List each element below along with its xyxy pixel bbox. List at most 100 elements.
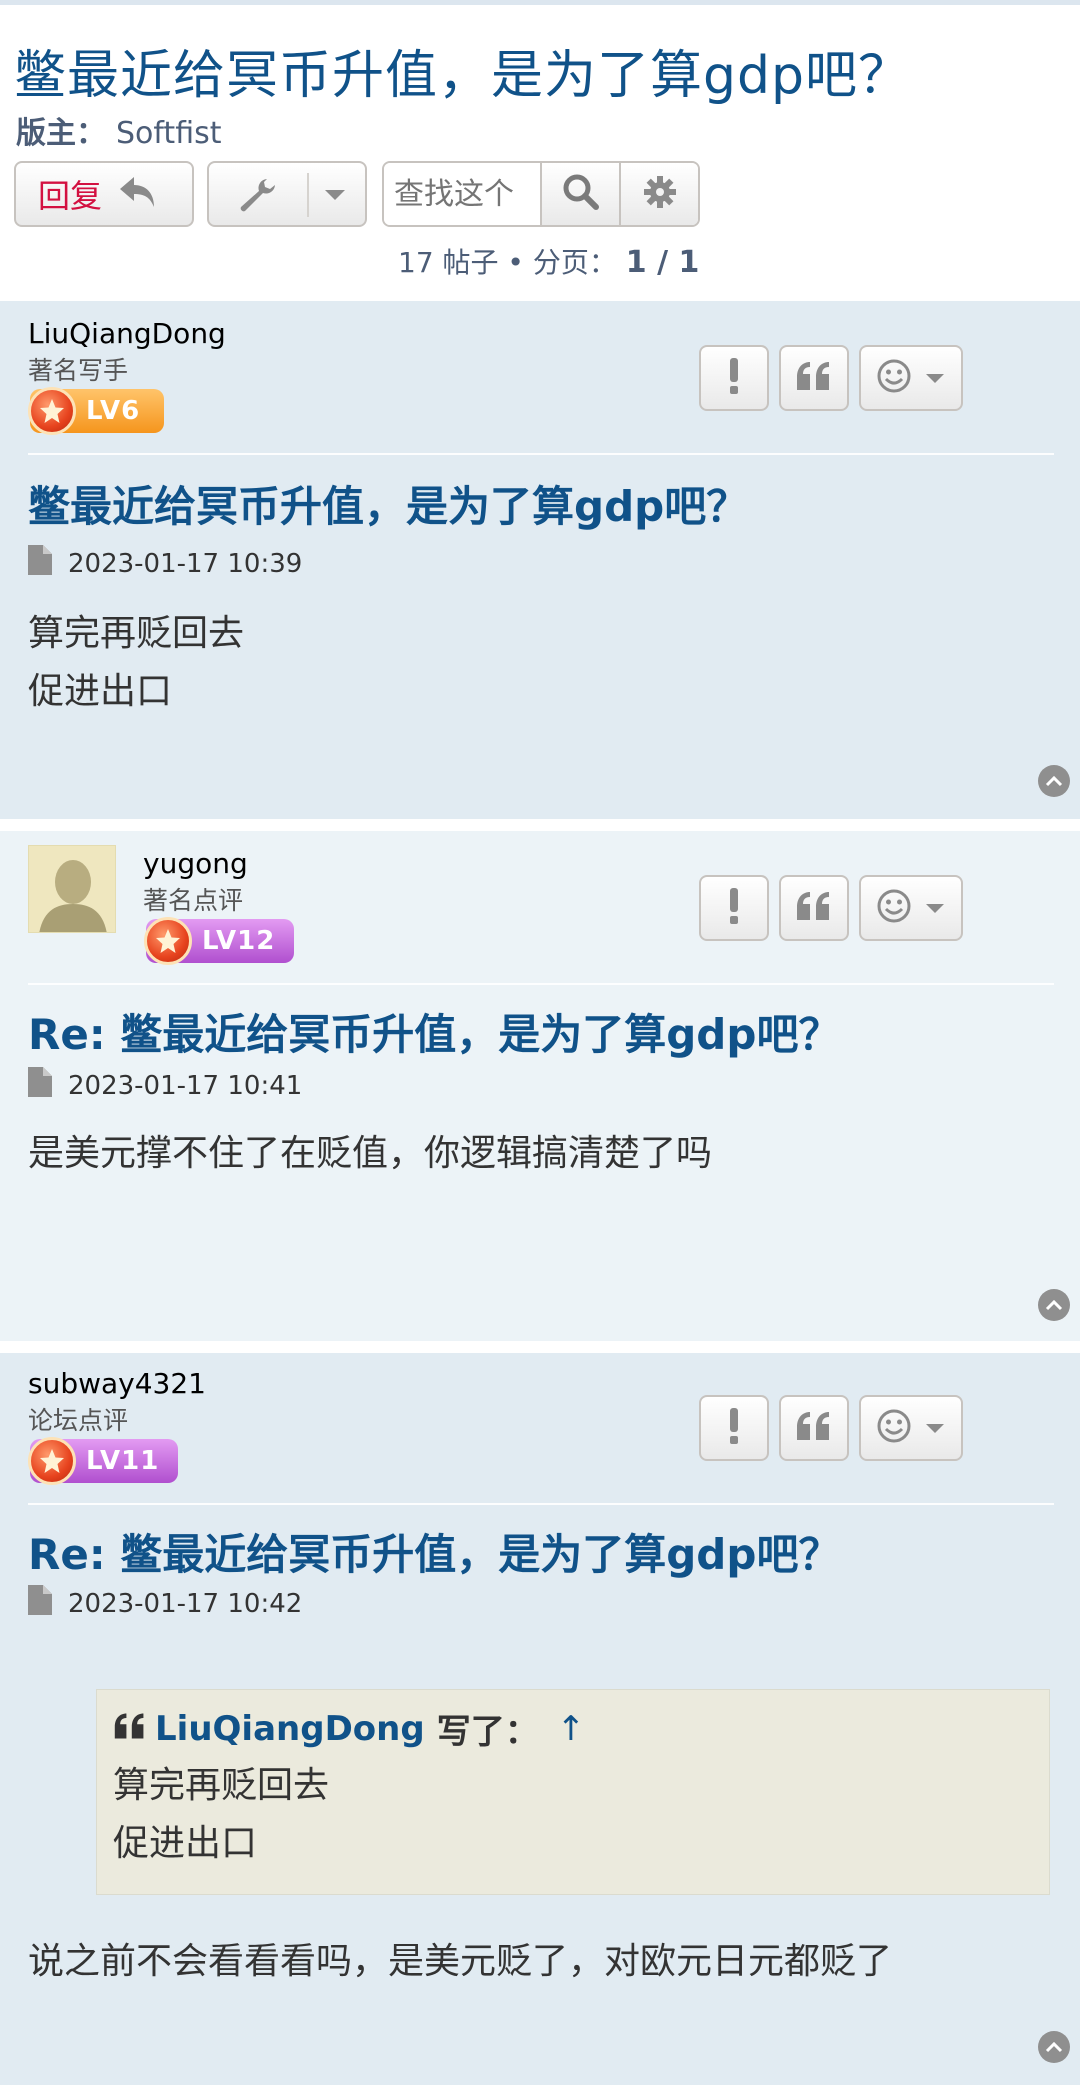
post-datetime: 2023-01-17 10:42 bbox=[68, 1588, 303, 1619]
post: yugong 著名点评 LV12 Re: 鳖最近给冥币升值，是为了算gdp吧？ … bbox=[0, 831, 1080, 1341]
quote-icon bbox=[795, 1411, 833, 1445]
post-actions bbox=[699, 1395, 963, 1461]
report-button[interactable] bbox=[699, 875, 769, 941]
quote-jump-link[interactable]: ↑ bbox=[557, 1709, 586, 1749]
quote-block: LiuQiangDong 写了： ↑ 算完再贬回去 促进出口 bbox=[96, 1689, 1050, 1895]
post-rank: 著名点评 bbox=[143, 886, 244, 915]
quote-button[interactable] bbox=[779, 1395, 849, 1461]
post-rank: 著名写手 bbox=[28, 356, 129, 385]
reply-arrow-icon bbox=[118, 175, 158, 213]
exclamation-icon bbox=[728, 1408, 740, 1448]
quote-wrote-label: 写了： bbox=[436, 1712, 539, 1752]
quote-button[interactable] bbox=[779, 875, 849, 941]
wrench-icon bbox=[237, 177, 277, 217]
exclamation-icon bbox=[728, 888, 740, 928]
level-label: LV12 bbox=[202, 926, 276, 956]
quote-header: LiuQiangDong 写了： ↑ bbox=[113, 1704, 1033, 1753]
quote-icon bbox=[795, 891, 833, 925]
tools-dropdown-button[interactable] bbox=[207, 161, 367, 227]
back-to-top-button[interactable] bbox=[1038, 2031, 1070, 2063]
back-to-top-button[interactable] bbox=[1038, 765, 1070, 797]
post-content-line: 促进出口 bbox=[28, 671, 173, 712]
post-content: 算完再贬回去 促进出口 bbox=[28, 605, 244, 721]
post-username[interactable]: LiuQiangDong bbox=[28, 317, 226, 350]
moderator-label: 版主： bbox=[16, 116, 106, 151]
post-gap bbox=[0, 2085, 1080, 2098]
level-badge: LV11 bbox=[28, 1437, 178, 1485]
post-gap bbox=[0, 819, 1080, 831]
post-rank: 论坛点评 bbox=[28, 1406, 129, 1435]
post: subway4321 论坛点评 LV11 Re: 鳖最近给冥币升值，是为了算gd… bbox=[0, 1353, 1080, 2085]
reaction-button[interactable] bbox=[859, 345, 963, 411]
post-username[interactable]: subway4321 bbox=[28, 1367, 206, 1400]
post-meta: 2023-01-17 10:41 bbox=[28, 1067, 302, 1104]
post-subject[interactable]: 鳖最近给冥币升值，是为了算gdp吧？ bbox=[28, 473, 748, 534]
smiley-icon bbox=[876, 888, 912, 928]
smiley-icon bbox=[876, 358, 912, 398]
post-divider bbox=[28, 453, 1054, 455]
post-datetime: 2023-01-17 10:39 bbox=[68, 548, 303, 579]
file-icon[interactable] bbox=[28, 1067, 52, 1104]
post-count: 17 帖子 bbox=[398, 246, 499, 279]
post-content-line: 说之前不会看看看吗，是美元贬了，对欧元日元都贬了 bbox=[28, 1941, 893, 1982]
chevron-up-icon bbox=[1045, 772, 1063, 791]
exclamation-icon bbox=[728, 358, 740, 398]
post-content: 是美元撑不住了在贬值，你逻辑搞清楚了吗 bbox=[28, 1125, 712, 1183]
search-input[interactable] bbox=[384, 163, 540, 225]
back-to-top-button[interactable] bbox=[1038, 1289, 1070, 1321]
post-subject[interactable]: Re: 鳖最近给冥币升值，是为了算gdp吧？ bbox=[28, 1521, 840, 1582]
search-button[interactable] bbox=[540, 163, 619, 225]
reaction-button[interactable] bbox=[859, 1395, 963, 1461]
report-button[interactable] bbox=[699, 345, 769, 411]
quote-mark-icon bbox=[113, 1709, 147, 1749]
topic-title[interactable]: 鳖最近给冥币升值，是为了算gdp吧？ bbox=[14, 33, 911, 108]
pagination: 17 帖子 • 分页： 1 / 1 bbox=[398, 245, 700, 280]
quote-content: 算完再贬回去 促进出口 bbox=[113, 1757, 1033, 1873]
post-datetime: 2023-01-17 10:41 bbox=[68, 1070, 303, 1101]
post: LiuQiangDong 著名写手 LV6 鳖最近给冥币升值，是为了算gdp吧？… bbox=[0, 301, 1080, 819]
chevron-up-icon bbox=[1045, 2038, 1063, 2057]
post-meta: 2023-01-17 10:42 bbox=[28, 1585, 302, 1622]
advanced-search-button[interactable] bbox=[619, 163, 698, 225]
file-icon[interactable] bbox=[28, 1585, 52, 1622]
post-divider bbox=[28, 1503, 1054, 1505]
search-icon bbox=[562, 173, 600, 215]
level-label: LV6 bbox=[86, 396, 141, 426]
post-gap bbox=[0, 1341, 1080, 1353]
post-divider bbox=[28, 983, 1054, 985]
quote-line: 算完再贬回去 bbox=[113, 1765, 330, 1806]
quote-line: 促进出口 bbox=[113, 1823, 258, 1864]
post-content-line: 是美元撑不住了在贬值，你逻辑搞清楚了吗 bbox=[28, 1133, 713, 1174]
star-icon bbox=[28, 387, 76, 435]
star-icon bbox=[144, 917, 192, 965]
level-label: LV11 bbox=[86, 1446, 160, 1476]
reply-label: 回复 bbox=[38, 177, 103, 215]
post-username[interactable]: yugong bbox=[143, 847, 248, 880]
page-value: 1 / 1 bbox=[625, 245, 700, 280]
moderator-line: 版主： Softfist bbox=[16, 108, 221, 152]
post-actions bbox=[699, 875, 963, 941]
quote-username[interactable]: LiuQiangDong bbox=[155, 1709, 425, 1749]
gear-icon bbox=[643, 175, 677, 213]
quote-icon bbox=[795, 361, 833, 395]
post-meta: 2023-01-17 10:39 bbox=[28, 545, 302, 582]
level-badge: LV12 bbox=[144, 917, 294, 965]
chevron-up-icon bbox=[1045, 1296, 1063, 1315]
file-icon[interactable] bbox=[28, 545, 52, 582]
post-actions bbox=[699, 345, 963, 411]
page-label: 分页： bbox=[532, 246, 617, 279]
avatar[interactable] bbox=[28, 845, 116, 933]
moderator-name[interactable]: Softfist bbox=[116, 116, 221, 151]
search-box bbox=[382, 161, 700, 227]
report-button[interactable] bbox=[699, 1395, 769, 1461]
post-content-line: 算完再贬回去 bbox=[28, 613, 245, 654]
reply-button[interactable]: 回复 bbox=[14, 161, 194, 227]
topic-header: 鳖最近给冥币升值，是为了算gdp吧？ 版主： Softfist 回复 查找这个 … bbox=[0, 5, 1080, 301]
post-content: 说之前不会看看看吗，是美元贬了，对欧元日元都贬了 bbox=[28, 1933, 892, 1991]
quote-button[interactable] bbox=[779, 345, 849, 411]
reaction-button[interactable] bbox=[859, 875, 963, 941]
post-subject[interactable]: Re: 鳖最近给冥币升值，是为了算gdp吧？ bbox=[28, 1001, 840, 1062]
caret-down-icon bbox=[924, 899, 946, 918]
star-icon bbox=[28, 1437, 76, 1485]
caret-down-icon bbox=[323, 187, 347, 206]
